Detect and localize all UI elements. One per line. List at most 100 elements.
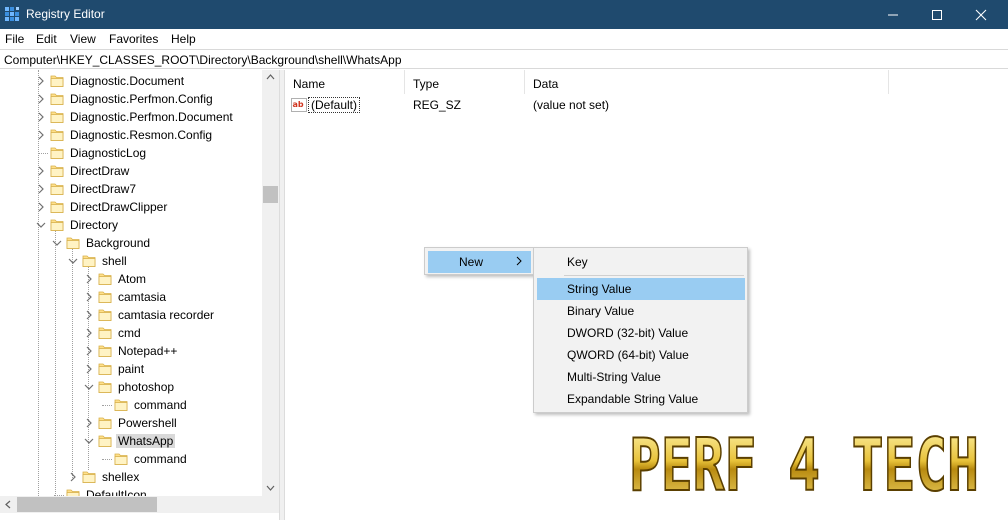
tree-item-label: DirectDraw7 [70, 182, 137, 196]
tree-item-label: DirectDraw [70, 164, 130, 178]
chevron-right-icon[interactable] [68, 472, 78, 482]
scroll-up-icon[interactable] [266, 74, 275, 80]
submenu-item[interactable]: Multi-String Value [537, 366, 745, 388]
submenu-item[interactable]: Binary Value [537, 300, 745, 322]
value-data: (value not set) [533, 98, 610, 112]
tree-item-label: Atom [118, 272, 147, 286]
tree-item-label: paint [118, 362, 145, 376]
menu-help[interactable]: Help [171, 32, 196, 46]
tree-item[interactable]: Atom [0, 270, 262, 288]
menu-edit[interactable]: Edit [36, 32, 57, 46]
value-name[interactable]: (Default) [308, 97, 361, 113]
chevron-right-icon[interactable] [84, 418, 94, 428]
maximize-icon [932, 9, 942, 20]
tree-item[interactable]: Diagnostic.Document [0, 72, 262, 90]
folder-icon [82, 255, 96, 267]
folder-icon [98, 291, 112, 303]
chevron-right-icon[interactable] [36, 166, 46, 176]
tree-item[interactable]: Notepad++ [0, 342, 262, 360]
chevron-right-icon[interactable] [84, 346, 94, 356]
tree-item[interactable]: Diagnostic.Perfmon.Document [0, 108, 262, 126]
tree-item[interactable]: cmd [0, 324, 262, 342]
scroll-left-icon[interactable] [5, 500, 11, 509]
chevron-right-icon[interactable] [36, 130, 46, 140]
column-header-data[interactable]: Data [525, 70, 889, 94]
chevron-down-icon[interactable] [36, 220, 46, 230]
submenu-item[interactable]: String Value [537, 278, 745, 300]
submenu-item[interactable]: Expandable String Value [537, 388, 745, 410]
chevron-right-icon[interactable] [36, 184, 46, 194]
tree-item[interactable]: DiagnosticLog [0, 144, 262, 162]
tree-item-label: Powershell [118, 416, 177, 430]
maximize-button[interactable] [914, 0, 960, 29]
tree-item[interactable]: command [0, 450, 262, 468]
chevron-right-icon[interactable] [36, 112, 46, 122]
tree-vertical-scrollbar[interactable] [262, 70, 279, 496]
registry-editor-icon [5, 7, 19, 21]
tree-item[interactable]: Background [0, 234, 262, 252]
menu-file[interactable]: File [5, 32, 24, 46]
context-menu-new[interactable]: New [428, 251, 531, 273]
submenu-item[interactable]: QWORD (64-bit) Value [537, 344, 745, 366]
tree-item[interactable]: DirectDraw [0, 162, 262, 180]
tree-horizontal-scrollbar[interactable] [0, 496, 279, 513]
folder-icon [114, 453, 128, 465]
tree-item-label: cmd [118, 326, 141, 340]
folder-icon [50, 147, 64, 159]
tree-item-label: command [134, 398, 187, 412]
tree-item-label: shell [102, 254, 127, 268]
tree-horizontal-thumb[interactable] [17, 497, 157, 512]
tree-item[interactable]: Diagnostic.Perfmon.Config [0, 90, 262, 108]
menu-view[interactable]: View [70, 32, 96, 46]
minimize-button[interactable] [870, 0, 916, 29]
address-path[interactable]: Computer\HKEY_CLASSES_ROOT\Directory\Bac… [4, 53, 402, 67]
menu-favorites[interactable]: Favorites [109, 32, 158, 46]
chevron-down-icon[interactable] [84, 382, 94, 392]
chevron-right-icon[interactable] [84, 310, 94, 320]
new-submenu: Key String Value Binary Value DWORD (32-bit… [533, 247, 748, 413]
submenu-separator [564, 275, 744, 276]
chevron-down-icon[interactable] [52, 238, 62, 248]
tree-item[interactable]: Powershell [0, 414, 262, 432]
tree-item[interactable]: Diagnostic.Resmon.Config [0, 126, 262, 144]
submenu-item-label: String Value [567, 282, 632, 296]
chevron-right-icon[interactable] [36, 76, 46, 86]
tree-item[interactable]: shellex [0, 468, 262, 486]
tree-item[interactable]: DirectDraw7 [0, 180, 262, 198]
folder-icon [98, 381, 112, 393]
tree-item[interactable]: DirectDrawClipper [0, 198, 262, 216]
submenu-arrow-icon [516, 256, 522, 266]
chevron-down-icon[interactable] [68, 256, 78, 266]
submenu-item-label: Expandable String Value [567, 392, 699, 406]
value-row[interactable]: ab (Default) REG_SZ (value not set) [285, 96, 985, 114]
chevron-right-icon[interactable] [84, 328, 94, 338]
submenu-item-label: QWORD (64-bit) Value [567, 348, 689, 362]
chevron-right-icon[interactable] [84, 274, 94, 284]
tree-item[interactable]: camtasia [0, 288, 262, 306]
chevron-right-icon[interactable] [36, 94, 46, 104]
chevron-right-icon[interactable] [84, 364, 94, 374]
tree-item[interactable]: command [0, 396, 262, 414]
submenu-item[interactable]: Key [537, 251, 745, 273]
folder-icon [98, 435, 112, 447]
tree-item[interactable]: Directory [0, 216, 262, 234]
scroll-down-icon[interactable] [266, 485, 275, 491]
tree-vertical-thumb[interactable] [263, 186, 278, 203]
address-bar[interactable]: Computer\HKEY_CLASSES_ROOT\Directory\Bac… [0, 49, 1008, 69]
tree-item-label: Background [86, 236, 151, 250]
submenu-item[interactable]: DWORD (32-bit) Value [537, 322, 745, 344]
tree-item[interactable]: WhatsApp [0, 432, 262, 450]
tree-item[interactable]: photoshop [0, 378, 262, 396]
column-header-type[interactable]: Type [405, 70, 525, 94]
close-button[interactable] [958, 0, 1004, 29]
tree-pane[interactable]: Diagnostic.Document Diagnostic.Perfmon.Co… [0, 70, 280, 520]
tree-item[interactable]: shell [0, 252, 262, 270]
tree-item[interactable]: camtasia recorder [0, 306, 262, 324]
chevron-right-icon[interactable] [84, 292, 94, 302]
title-bar: Registry Editor [0, 0, 1008, 29]
chevron-right-icon[interactable] [36, 202, 46, 212]
tree-item[interactable]: paint [0, 360, 262, 378]
chevron-down-icon[interactable] [84, 436, 94, 446]
string-value-icon: ab [291, 98, 307, 112]
column-header-name[interactable]: Name [285, 70, 405, 94]
